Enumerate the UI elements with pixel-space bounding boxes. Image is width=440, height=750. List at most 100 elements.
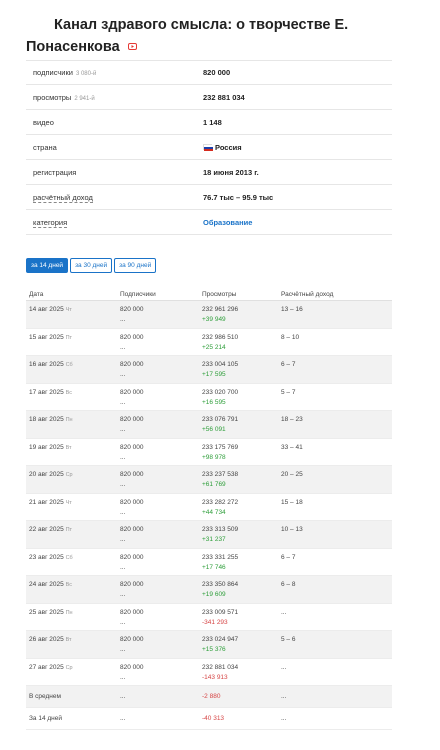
row-date-text: 26 авг 2025 [29, 636, 64, 643]
row-date-text: 19 авг 2025 [29, 443, 64, 451]
info-row-registration: регистрация 18 июня 2013 г. [26, 160, 392, 185]
row-subscribers-value: 820 000 [120, 636, 144, 643]
row-subscribers-delta: ... [120, 563, 126, 571]
row-subscribers-delta: ... [120, 398, 126, 406]
row-subscribers-value: 820 000 [120, 443, 144, 451]
row-subscribers: 820 000... [120, 553, 202, 576]
row-views-delta: +61 769 [202, 481, 226, 488]
row-views: 233 020 700 +16 595 [202, 388, 281, 411]
row-views-value: 233 350 864 [202, 581, 239, 588]
views-value: 232 881 034 [203, 92, 245, 102]
row-views-delta: +31 237 [202, 536, 226, 543]
category-link[interactable]: Образование [203, 218, 252, 227]
row-date-text: 27 авг 2025 [29, 663, 64, 671]
row-views-delta: +19 609 [202, 591, 226, 598]
row-date-text: 22 авг 2025 [29, 526, 64, 533]
row-views-delta: +17 746 [202, 563, 226, 571]
row-subscribers-value: 820 000 [120, 306, 144, 313]
row-date-text: 14 авг 2025 [29, 306, 64, 313]
row-views-value: 233 237 538 [202, 471, 239, 478]
table-row: 23 авг 2025 Сб 820 000... 233 331 255 +17 7… [26, 549, 392, 576]
row-income: 15 – 18 [281, 498, 303, 506]
info-row-videos: видео 1 148 [26, 110, 392, 135]
row-subscribers-delta: ... [120, 371, 126, 378]
row-income: 18 – 23 [281, 416, 303, 423]
row-subscribers: 820 000... [120, 305, 202, 328]
row-income: 13 – 16 [281, 306, 303, 313]
row-date-text: 24 авг 2025 [29, 581, 64, 588]
row-date: 23 авг 2025 Сб [26, 553, 120, 576]
table-row: 19 авг 2025 Вт 820 000... 233 175 769 +98 9… [26, 439, 392, 466]
row-views-value: 233 004 105 [202, 361, 239, 368]
row-views-delta: +16 595 [202, 398, 226, 406]
row-views-value: 232 881 034 [202, 663, 239, 671]
row-date-text: 17 авг 2025 [29, 388, 64, 396]
footer-label: За 14 дней [29, 715, 63, 722]
row-date: 26 авг 2025 Вт [26, 635, 120, 658]
row-income: 20 – 25 [281, 471, 303, 478]
row-weekday: Пт [65, 527, 73, 533]
row-views-delta: -143 913 [202, 673, 228, 681]
row-views-value: 233 020 700 [202, 388, 239, 396]
row-subscribers: 820 000... [120, 415, 202, 438]
table-row: 24 авг 2025 Вс 820 000... 233 350 864 +19 6… [26, 576, 392, 604]
row-views-delta: +15 376 [202, 646, 226, 653]
income-label[interactable]: расчётный доход [33, 192, 93, 203]
row-date: 20 авг 2025 Ср [26, 470, 120, 493]
footer-subscribers: ... [120, 715, 126, 722]
footer-row: В среднем... -2 880... [26, 686, 392, 708]
row-views-value: 233 313 509 [202, 526, 239, 533]
footer-views: -2 880 [202, 693, 221, 700]
row-subscribers: 820 000... [120, 388, 202, 411]
footer-income: ... [281, 693, 287, 700]
row-weekday: Сб [65, 554, 73, 561]
row-views: 232 961 296 +39 949 [202, 305, 281, 328]
country-label: страна [33, 142, 57, 152]
row-subscribers-value: 820 000 [120, 471, 144, 478]
row-views-delta: +39 949 [202, 316, 226, 323]
table-row: 14 авг 2025 Чт 820 000... 232 961 296 +39 9… [26, 301, 392, 329]
row-views-value: 233 076 791 [202, 416, 239, 423]
registration-label: регистрация [33, 167, 77, 177]
tab-30-days[interactable]: за 30 дней [70, 258, 113, 273]
row-date-text: 18 авг 2025 [29, 416, 64, 423]
russia-flag-icon [203, 144, 213, 151]
channel-title-line1: Канал здравого смысла: о творчестве Е. [54, 17, 349, 33]
row-subscribers: 820 000... [120, 525, 202, 548]
row-date-text: 25 авг 2025 [29, 608, 64, 616]
table-row: 26 авг 2025 Вт 820 000... 233 024 947 +15 3… [26, 631, 392, 659]
footer-subscribers: ... [120, 693, 126, 700]
row-date: 17 авг 2025 Вс [26, 388, 120, 411]
row-income: ... [281, 608, 287, 616]
table-body: 14 авг 2025 Чт 820 000... 232 961 296 +39 9… [26, 301, 392, 686]
row-views-delta: +44 734 [202, 508, 226, 516]
row-date: 18 авг 2025 Пн [26, 415, 120, 438]
subscribers-value: 820 000 [203, 68, 231, 77]
tab-14-days[interactable]: за 14 дней [26, 258, 69, 273]
row-subscribers-value: 820 000 [120, 388, 144, 396]
category-label[interactable]: категория [33, 217, 68, 228]
row-views-delta: -341 293 [202, 618, 228, 626]
row-weekday: Пн [65, 417, 73, 423]
header-income: Расчётный доход [281, 290, 334, 298]
table-row: 22 авг 2025 Пт 820 000... 233 313 509 +31 2… [26, 521, 392, 549]
row-views: 232 986 510 +25 214 [202, 333, 281, 356]
youtube-icon[interactable] [127, 35, 137, 57]
row-views: 233 282 272 +44 734 [202, 498, 281, 521]
row-views-value: 233 024 947 [202, 636, 239, 643]
row-date: 22 авг 2025 Пт [26, 525, 120, 548]
row-views-value: 232 986 510 [202, 333, 239, 341]
info-row-category: категория Образование [26, 210, 392, 235]
row-views-value: 233 175 769 [202, 443, 239, 451]
views-label: просмотры [33, 92, 72, 102]
row-subscribers-value: 820 000 [120, 608, 144, 616]
row-views: 233 350 864 +19 609 [202, 580, 281, 603]
row-subscribers-delta: ... [120, 426, 126, 433]
registration-value: 18 июня 2013 г. [203, 167, 259, 177]
row-subscribers: 820 000... [120, 498, 202, 521]
country-value: Россия [215, 142, 242, 152]
row-views-value: 232 961 296 [202, 306, 239, 313]
row-weekday: Вт [65, 444, 72, 451]
row-views: 233 024 947 +15 376 [202, 635, 281, 658]
tab-90-days[interactable]: за 90 дней [114, 258, 157, 273]
